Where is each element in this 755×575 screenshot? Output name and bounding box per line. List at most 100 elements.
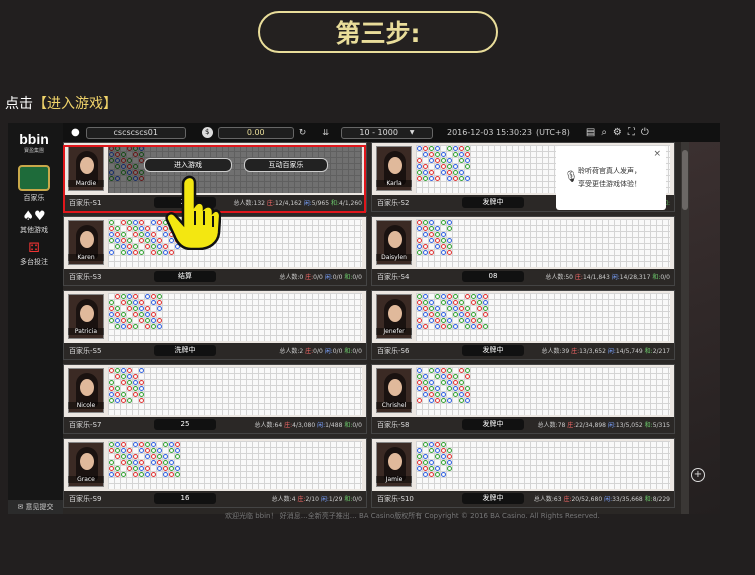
table-tile[interactable]: Patricia 百家乐-S5 洗牌中 总人数:2 庄:0/0 闲:0/0 和:0/0 [63,290,367,360]
road-marker [417,158,422,163]
table-footer: 百家乐-S10 发牌中 总人数:63 庄:20/52,680 闲:33/35,668… [372,491,674,507]
scrollbar[interactable] [681,142,689,514]
road-marker [429,460,434,465]
road-marker [133,306,138,311]
road-marker [133,460,138,465]
limit-range: 10 - 1000 [359,128,398,137]
road-marker [417,300,422,305]
scrollbar-thumb[interactable] [682,150,688,210]
close-icon[interactable]: × [653,149,661,159]
road-marker [447,386,452,391]
sidebar-item-multi-bet[interactable]: ⚃ 多台投注 [11,241,57,267]
sidebar-item-other-games[interactable]: ♠♥ 其他游戏 [11,209,57,235]
stat-banker: 4/3,080 [292,422,316,429]
dealer-face [80,379,94,396]
road-marker [109,392,114,397]
table-status: 25 [154,419,216,430]
road-marker [151,300,156,305]
add-icon[interactable]: + [691,468,705,482]
road-marker [423,220,428,225]
history-icon[interactable]: ▤ [586,127,595,138]
voice-notice-popup: × 🎙 聆听荷官真人发声， 享受更佳游戏体验！ [556,146,666,210]
road-marker [169,466,174,471]
road-marker [169,472,174,477]
road-marker [429,146,434,151]
road-marker [459,300,464,305]
sidebar-item-baccarat[interactable]: 百家乐 [11,165,57,203]
stat-tie: 0/0 [660,274,670,281]
gear-icon[interactable]: ⚙ [613,127,622,138]
stat-tie-label: 和: [644,348,653,355]
balance-field: 0.00 [217,126,294,139]
road-marker [151,232,156,237]
stat-player-label: 闲: [317,422,326,429]
coin-icon: $ [201,127,213,138]
road-marker [423,442,428,447]
dice-icon: ⚃ [28,241,40,256]
road-marker [423,244,428,249]
road-marker [115,244,120,249]
dealer-face [80,231,94,248]
table-tile[interactable]: Nicole 百家乐-S7 25 总人数:64 庄:4/3,080 闲:1/488 和… [63,364,367,434]
road-marker [109,250,114,255]
road-marker [483,300,488,305]
table-footer: 百家乐-S5 洗牌中 总人数:2 庄:0/0 闲:0/0 和:0/0 [64,343,366,359]
sidebar-item-label: 百家乐 [23,194,45,202]
road-marker [115,324,120,329]
road-marker [465,324,470,329]
table-tile[interactable]: Daisylen 百家乐-S4 08 总人数:50 庄:14/1,843 闲:14/2… [371,216,675,286]
limit-select[interactable]: 10 - 1000 ▼ [340,126,433,139]
stat-total-label: 总人数: [279,274,300,281]
table-status: 结算 [154,271,216,282]
road-marker [417,250,422,255]
road-marker [145,466,150,471]
road-marker [459,386,464,391]
instruction-highlight: 进入游戏 [47,96,103,112]
table-tile[interactable]: Jenefer 百家乐-S6 发牌中 总人数:39 庄:13/3,652 闲:14/5… [371,290,675,360]
road-marker [121,374,126,379]
road-marker [109,466,114,471]
search-record-icon[interactable]: ⌕ [601,127,607,138]
road-marker [127,380,132,385]
road-marker [133,324,138,329]
logo-subtext: 寶盈集團 [23,148,44,154]
fullscreen-icon[interactable]: ⛶ [628,127,635,138]
road-marker [435,232,440,237]
road-marker [423,392,428,397]
table-tile[interactable]: Chrishel 百家乐-S8 发牌中 总人数:78 庄:22/34,898 闲:13… [371,364,675,434]
refresh-icon[interactable]: ↻ [299,128,307,138]
road-marker [145,226,150,231]
table-name: 百家乐-S5 [69,347,102,355]
road-marker [157,300,162,305]
road-marker [417,306,422,311]
road-marker [459,368,464,373]
road-marker [121,442,126,447]
datetime: 2016-12-03 15:30:23 [446,128,532,137]
table-tile[interactable]: Jamie 百家乐-S10 发牌中 总人数:63 庄:20/52,680 闲:33/3… [371,438,675,508]
road-marker [471,300,476,305]
stat-banker: 14/1,843 [582,274,610,281]
step-title: 第三步: [335,19,421,48]
road-marker [157,324,162,329]
cards-icon: ♠♥ [22,209,46,224]
road-marker [115,232,120,237]
road-marker [423,146,428,151]
road-marker [127,306,132,311]
road-marker [151,294,156,299]
road-marker [121,448,126,453]
road-marker [145,442,150,447]
road-marker [459,306,464,311]
road-marker [441,158,446,163]
table-tile[interactable]: Grace 百家乐-S9 16 总人数:4 庄:2/10 闲:1/29 和:0/0 [63,438,367,508]
road-marker [115,448,120,453]
top-bar: ● cscscscs01 $ 0.00 ↻ ⇊ 10 - 1000 ▼ 2016-… [63,123,720,142]
road-marker [447,170,452,175]
power-icon[interactable]: ⏻ [641,127,649,138]
table-footer: 百家乐-S3 结算 总人数:0 庄:0/0 闲:0/0 和:0/0 [64,269,366,285]
road-marker [435,176,440,181]
dealer-name: Karen [68,254,104,261]
road-marker [127,324,132,329]
road-marker [441,448,446,453]
feedback-button[interactable]: ✉ 意见提交 [8,500,63,514]
road-marker [447,294,452,299]
